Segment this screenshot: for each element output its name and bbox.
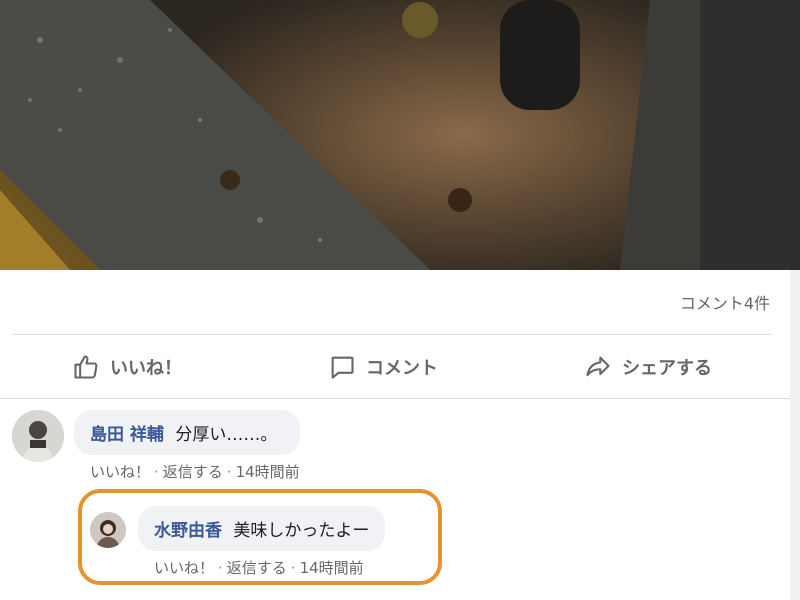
- comment-button-label: コメント: [366, 358, 438, 379]
- comment-reply-link[interactable]: 返信する: [163, 463, 223, 481]
- speech-bubble-icon: [331, 356, 354, 379]
- grill-photo: [0, 0, 800, 270]
- comment-timestamp[interactable]: 14時間前: [300, 559, 364, 577]
- divider: [0, 398, 790, 399]
- comment-timestamp[interactable]: 14時間前: [236, 463, 300, 481]
- reply-item: 水野由香 美味しかったよー いいね！ · 返信する · 14時間前: [90, 506, 386, 578]
- separator-dot: ·: [226, 463, 232, 481]
- post-photo: [0, 0, 800, 270]
- comment-meta: いいね！ · 返信する · 14時間前: [74, 461, 300, 482]
- comment-bubble: 島田 祥輔 分厚い……。: [74, 410, 300, 455]
- comment-item: 島田 祥輔 分厚い……。 いいね！ · 返信する · 14時間前: [12, 410, 300, 482]
- comment-body: 島田 祥輔 分厚い……。 いいね！ · 返信する · 14時間前: [74, 410, 300, 482]
- avatar[interactable]: [12, 410, 64, 462]
- thumbs-up-icon: [74, 355, 98, 379]
- like-button[interactable]: いいね！: [12, 347, 242, 387]
- comment-author[interactable]: 島田 祥輔: [90, 425, 164, 445]
- avatar[interactable]: [90, 512, 126, 548]
- comment-bubble: 水野由香 美味しかったよー: [138, 506, 386, 551]
- comment-author[interactable]: 水野由香: [154, 521, 222, 541]
- comment-text: 分厚い……。: [175, 425, 278, 445]
- like-button-label: いいね！: [110, 358, 182, 379]
- share-button-label: シェアする: [622, 358, 712, 379]
- comment-like-link[interactable]: いいね！: [90, 463, 150, 481]
- share-button[interactable]: シェアする: [524, 347, 772, 387]
- comment-count-link[interactable]: コメント4件: [680, 290, 770, 314]
- comment-reply-link[interactable]: 返信する: [227, 559, 287, 577]
- comment-meta: いいね！ · 返信する · 14時間前: [138, 557, 385, 578]
- scrollbar[interactable]: [790, 270, 800, 600]
- comment-text: 美味しかったよー: [233, 521, 370, 541]
- profile-photo-icon: [90, 512, 126, 548]
- separator-dot: ·: [290, 559, 296, 577]
- comment-body: 水野由香 美味しかったよー いいね！ · 返信する · 14時間前: [138, 506, 386, 578]
- comment-button[interactable]: コメント: [268, 347, 498, 387]
- share-arrow-icon: [586, 356, 610, 377]
- profile-photo-icon: [12, 410, 64, 462]
- action-bar: いいね！ コメント シェアする: [12, 344, 772, 390]
- comment-like-link[interactable]: いいね！: [154, 559, 214, 577]
- divider: [12, 334, 772, 335]
- separator-dot: ·: [218, 559, 223, 577]
- separator-dot: ·: [154, 463, 159, 481]
